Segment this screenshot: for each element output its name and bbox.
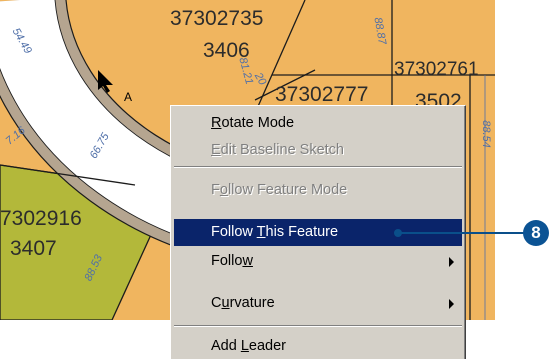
- menu-item-curvature[interactable]: Curvature: [174, 290, 462, 317]
- menu-item-edit-baseline-sketch[interactable]: Edit Baseline Sketch: [174, 137, 462, 164]
- parcel-number: 37302777: [275, 83, 369, 106]
- menu-item-rotate-mode[interactable]: Rotate Mode: [174, 110, 462, 137]
- submenu-arrow-icon: [449, 299, 454, 309]
- menu-separator: [174, 166, 462, 168]
- parcel-number: 37302761: [394, 59, 479, 80]
- menu-item-follow-feature-mode[interactable]: Follow Feature Mode: [174, 177, 462, 204]
- dimension-label: 88.54: [479, 120, 492, 148]
- parcel-number: 37302735: [170, 7, 264, 30]
- menu-item-follow[interactable]: Follow: [174, 248, 462, 275]
- menu-item-add-leader[interactable]: Add Leader: [174, 333, 462, 360]
- parcel-number: 7302916: [0, 207, 82, 230]
- callout-number: 8: [523, 220, 549, 246]
- callout-line: [398, 232, 526, 234]
- submenu-arrow-icon: [449, 257, 454, 267]
- cursor-label: A: [124, 90, 133, 104]
- menu-separator: [174, 325, 462, 327]
- parcel-lot: 3407: [10, 237, 57, 260]
